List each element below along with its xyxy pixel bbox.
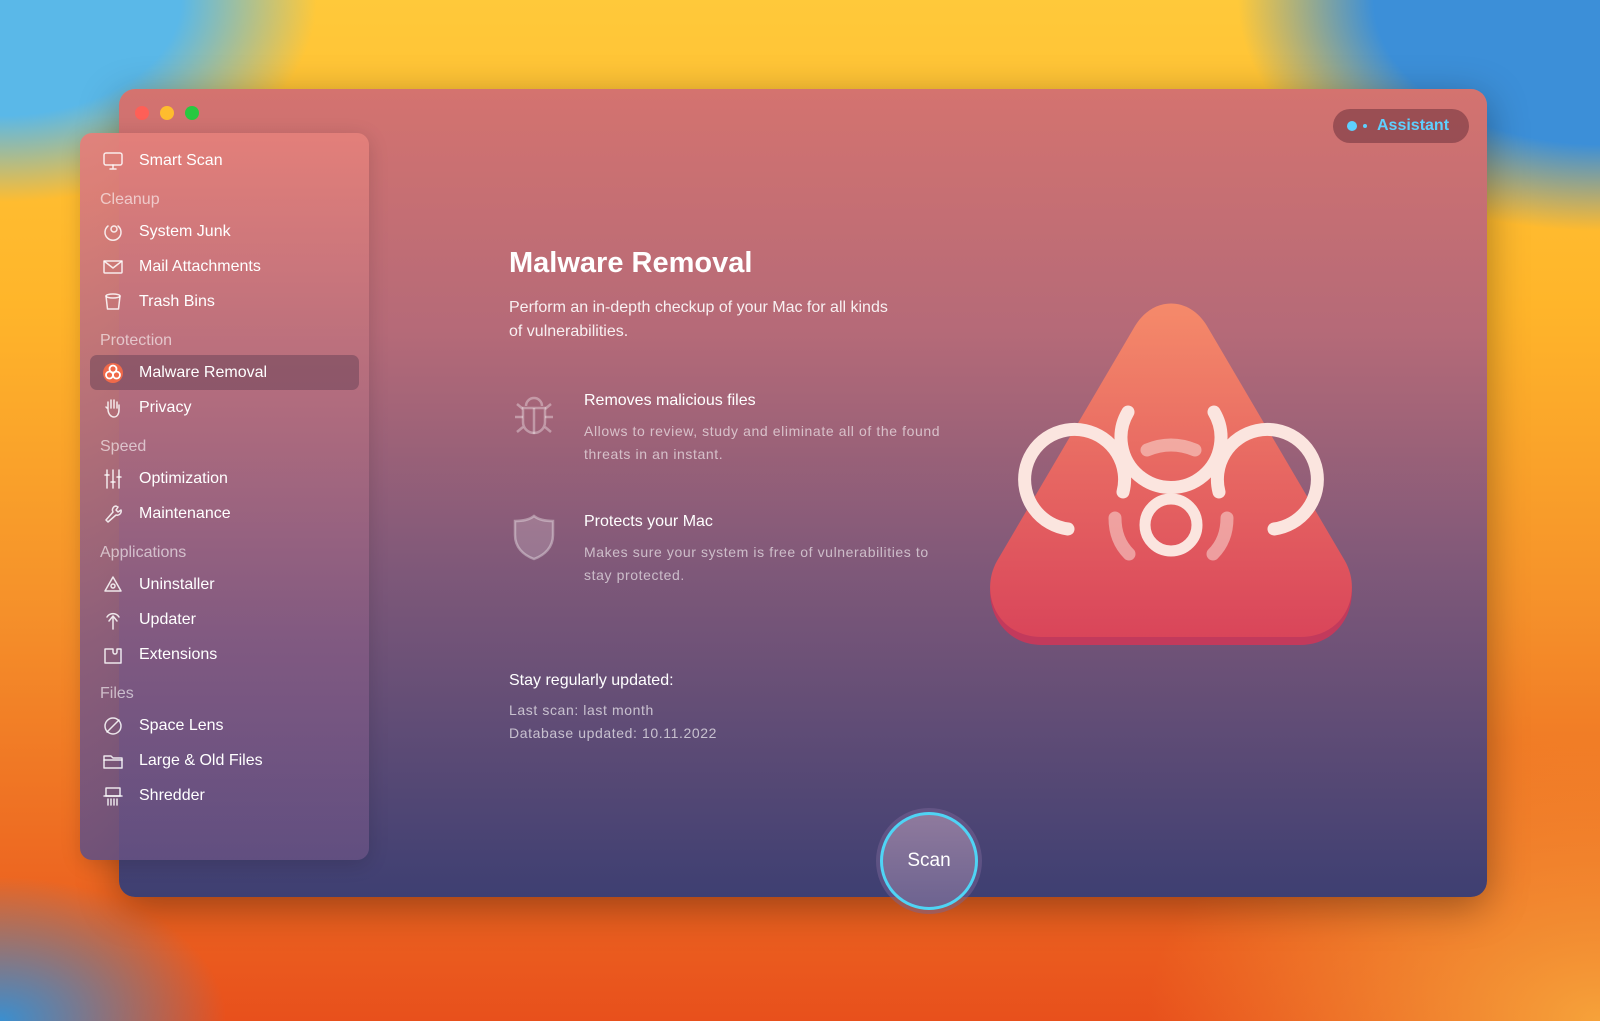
sidebar-item-shredder[interactable]: Shredder <box>90 778 359 813</box>
shredder-icon <box>102 785 124 807</box>
sidebar-item-label: Malware Removal <box>139 363 268 381</box>
sidebar-section-header: Cleanup <box>100 191 160 208</box>
sidebar-section-header: Files <box>100 685 134 702</box>
sidebar-item-mail-attachments[interactable]: Mail Attachments <box>90 249 359 284</box>
biohazard-triangle-icon <box>990 303 1352 645</box>
sidebar-item-label: Maintenance <box>139 504 231 522</box>
sidebar-item-malware-removal[interactable]: Malware Removal <box>90 355 359 390</box>
sidebar-item-label: Extensions <box>139 645 218 663</box>
sidebar-section-header: Applications <box>100 544 187 561</box>
sidebar-item-label: Trash Bins <box>139 292 215 310</box>
sliders-icon <box>102 468 124 490</box>
sidebar-section-header: Speed <box>100 438 147 455</box>
mail-icon <box>102 256 124 278</box>
sidebar: Smart Scan Cleanup System Junk Mail Attachm… <box>80 133 369 860</box>
lens-icon <box>102 715 124 737</box>
minimize-button[interactable] <box>160 106 174 120</box>
scan-button-ring: Scan <box>876 808 982 914</box>
junk-icon <box>102 221 124 243</box>
sidebar-item-label: Space Lens <box>139 716 224 734</box>
sidebar-item-label: Mail Attachments <box>139 257 261 275</box>
update-heading: Stay regularly updated: <box>509 672 674 689</box>
feature-title: Protects your Mac <box>584 513 713 530</box>
page-title: Malware Removal <box>509 247 753 279</box>
assistant-label: Assistant <box>1377 117 1450 134</box>
scan-button[interactable]: Scan <box>880 812 978 910</box>
sidebar-item-label: Uninstaller <box>139 575 215 593</box>
assistant-dot-icon <box>1347 121 1357 131</box>
database-updated-text: Database updated: 10.11.2022 <box>509 725 718 741</box>
sidebar-section-header: Protection <box>100 332 173 349</box>
window-controls <box>135 106 199 120</box>
sidebar-item-optimization[interactable]: Optimization <box>90 461 359 496</box>
sidebar-item-extensions[interactable]: Extensions <box>90 637 359 672</box>
folder-icon <box>102 750 124 772</box>
sidebar-item-label: Shredder <box>139 786 205 804</box>
sidebar-item-label: Optimization <box>139 469 228 487</box>
updater-icon <box>102 609 124 631</box>
sidebar-item-uninstaller[interactable]: Uninstaller <box>90 567 359 602</box>
trash-icon <box>102 291 124 313</box>
sidebar-item-label: Smart Scan <box>139 151 223 169</box>
monitor-icon <box>102 150 124 172</box>
last-scan-text: Last scan: last month <box>509 702 654 718</box>
extensions-icon <box>102 644 124 666</box>
wrench-icon <box>102 503 124 525</box>
sidebar-item-trash-bins[interactable]: Trash Bins <box>90 284 359 319</box>
assistant-button[interactable]: Assistant <box>1333 109 1469 143</box>
assistant-dot-small-icon <box>1363 124 1367 128</box>
sidebar-item-label: Privacy <box>139 398 192 416</box>
sidebar-item-updater[interactable]: Updater <box>90 602 359 637</box>
shield-icon <box>513 514 555 561</box>
sidebar-item-large-old-files[interactable]: Large & Old Files <box>90 743 359 778</box>
sidebar-item-label: System Junk <box>139 222 231 240</box>
feature-description: Allows to review, study and eliminate al… <box>584 423 941 462</box>
sidebar-item-smart-scan[interactable]: Smart Scan <box>90 143 359 178</box>
feature-description: Makes sure your system is free of vulner… <box>584 544 929 583</box>
zoom-button[interactable] <box>185 106 199 120</box>
sidebar-item-label: Large & Old Files <box>139 751 263 769</box>
sidebar-item-privacy[interactable]: Privacy <box>90 390 359 425</box>
biohazard-icon <box>102 362 124 384</box>
bug-icon <box>515 396 553 435</box>
sidebar-item-label: Updater <box>139 610 196 628</box>
sidebar-item-space-lens[interactable]: Space Lens <box>90 708 359 743</box>
page-subtitle: Perform an in-depth checkup of your Mac … <box>509 299 888 340</box>
sidebar-item-system-junk[interactable]: System Junk <box>90 214 359 249</box>
sidebar-item-maintenance[interactable]: Maintenance <box>90 496 359 531</box>
uninstaller-icon <box>102 574 124 596</box>
feature-title: Removes malicious files <box>584 392 756 409</box>
hand-icon <box>102 397 124 419</box>
close-button[interactable] <box>135 106 149 120</box>
